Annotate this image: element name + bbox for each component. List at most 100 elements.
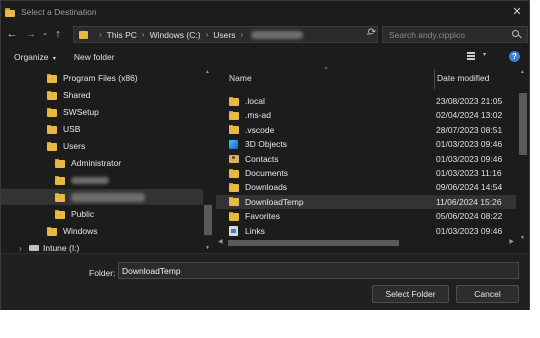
tree-item-label: SWSetup bbox=[63, 107, 99, 117]
file-row[interactable]: DownloadTemp 11/06/2024 15:26 bbox=[216, 194, 516, 209]
file-date: 01/03/2023 09:46 bbox=[436, 139, 503, 150]
file-name: Favorites bbox=[245, 211, 280, 222]
folder-icon bbox=[47, 124, 57, 134]
3d-objects-icon bbox=[229, 139, 239, 149]
file-name: Links bbox=[245, 225, 265, 236]
scrollbar-thumb[interactable] bbox=[519, 93, 527, 155]
tree-item[interactable]: Users bbox=[1, 138, 203, 154]
file-row[interactable]: Documents 01/03/2023 11:16 bbox=[216, 166, 516, 180]
tree-item[interactable]: Administrator bbox=[1, 155, 203, 171]
refresh-icon[interactable]: ⟳ bbox=[365, 24, 379, 41]
file-date: 23/08/2023 21:05 bbox=[436, 96, 503, 106]
file-row[interactable]: .local 23/08/2023 21:05 bbox=[216, 94, 516, 108]
drive-icon bbox=[29, 245, 39, 251]
folder-label: Folder: bbox=[89, 268, 116, 278]
scroll-up-icon[interactable]: ▲ bbox=[205, 69, 210, 75]
cancel-button[interactable]: Cancel bbox=[456, 285, 519, 303]
folder-icon bbox=[229, 125, 239, 135]
address-bar[interactable]: › This PC › Windows (C:) › Users › bbox=[73, 26, 378, 43]
help-icon[interactable]: ? bbox=[509, 51, 520, 62]
tree-item-label bbox=[71, 176, 109, 184]
breadcrumb: › This PC › Windows (C:) › Users › bbox=[94, 30, 304, 40]
navigation-pane: Program Files (x86) Shared SWSetup USB Users… bbox=[1, 67, 214, 253]
chevron-down-icon: ▾ bbox=[52, 56, 56, 62]
file-row[interactable]: Links 01/03/2023 09:46 bbox=[216, 224, 516, 238]
tree-item[interactable] bbox=[1, 172, 203, 188]
scroll-up-icon[interactable]: ▲ bbox=[520, 69, 525, 75]
file-row[interactable]: 3D Objects 01/03/2023 09:46 bbox=[216, 137, 516, 151]
file-date: 01/03/2023 09:46 bbox=[436, 153, 503, 164]
breadcrumb-separator-icon: › bbox=[141, 30, 145, 39]
organize-button[interactable]: Organize ▾ bbox=[8, 52, 62, 62]
tree-item-label bbox=[71, 192, 145, 202]
search-box[interactable]: Search andy.cippico bbox=[382, 26, 528, 43]
breadcrumb-separator-icon: › bbox=[99, 30, 102, 39]
tree-item[interactable]: Program Files (x86) bbox=[1, 70, 203, 86]
scroll-right-icon[interactable]: ▶ bbox=[509, 238, 514, 245]
file-date: 11/06/2024 15:26 bbox=[436, 196, 502, 207]
column-header-name[interactable]: Name bbox=[229, 67, 252, 89]
scroll-down-icon[interactable]: ▼ bbox=[520, 235, 525, 241]
file-row[interactable]: Favorites 05/06/2024 08:22 bbox=[216, 209, 516, 223]
file-date: 09/06/2024 14:54 bbox=[436, 182, 503, 193]
column-header-date[interactable]: Date modified bbox=[437, 67, 489, 89]
tree-item[interactable]: Windows bbox=[1, 223, 203, 239]
file-name: Documents bbox=[245, 168, 288, 178]
breadcrumb-redacted-user[interactable] bbox=[251, 30, 304, 39]
close-icon[interactable]: ✕ bbox=[509, 4, 525, 20]
column-divider[interactable] bbox=[434, 69, 435, 89]
tree-item[interactable]: SWSetup bbox=[1, 104, 203, 120]
folder-icon bbox=[229, 110, 239, 120]
new-folder-button[interactable]: New folder bbox=[68, 52, 121, 62]
tree-item[interactable] bbox=[1, 189, 203, 205]
folder-icon bbox=[47, 226, 57, 236]
tree-item[interactable]: USB bbox=[1, 121, 203, 137]
file-row[interactable]: .vscode 28/07/2023 08:51 bbox=[216, 123, 516, 137]
select-folder-button[interactable]: Select Folder bbox=[372, 285, 449, 303]
file-list-scrollbar[interactable]: ▲ ▼ bbox=[517, 67, 529, 253]
tree-item-label: Public bbox=[71, 209, 95, 219]
search-icon[interactable] bbox=[512, 30, 522, 39]
tree-item[interactable]: Shared bbox=[1, 87, 203, 103]
tree-item[interactable]: Public bbox=[1, 206, 203, 222]
file-name: .local bbox=[245, 96, 265, 106]
breadcrumb-windows-c[interactable]: Windows (C:) bbox=[150, 30, 201, 40]
breadcrumb-separator-icon: › bbox=[205, 30, 209, 39]
file-date: 01/03/2023 09:46 bbox=[436, 225, 503, 236]
forward-icon[interactable]: → bbox=[24, 25, 38, 43]
file-row[interactable]: Contacts 01/03/2023 09:46 bbox=[216, 152, 516, 166]
search-input[interactable]: Search andy.cippico bbox=[389, 30, 465, 40]
tree-item[interactable]: › Intune (I:) bbox=[1, 240, 203, 253]
file-date: 05/06/2024 08:22 bbox=[436, 211, 503, 222]
file-name: .vscode bbox=[245, 124, 275, 135]
up-icon[interactable]: ↑ bbox=[51, 25, 65, 43]
organize-label: Organize bbox=[14, 52, 49, 62]
view-options-icon[interactable] bbox=[467, 52, 475, 60]
folder-icon bbox=[47, 141, 57, 151]
recent-dropdown-icon[interactable]: ⌄ bbox=[40, 25, 50, 43]
breadcrumb-this-pc[interactable]: This PC bbox=[107, 30, 137, 40]
tree-item-label: Intune (I:) bbox=[43, 243, 80, 253]
tree-item-label: USB bbox=[63, 124, 81, 134]
scrollbar-thumb[interactable] bbox=[228, 240, 399, 246]
view-dropdown-icon[interactable]: ▾ bbox=[483, 51, 486, 58]
horizontal-scrollbar[interactable]: ◀ ▶ bbox=[216, 238, 516, 248]
dialog-window: Select a Destination ✕ ← → ⌄ ↑ › This PC… bbox=[0, 0, 530, 310]
breadcrumb-users[interactable]: Users bbox=[213, 30, 235, 40]
file-row[interactable]: .ms-ad 02/04/2024 13:02 bbox=[216, 108, 516, 122]
links-icon bbox=[229, 225, 239, 236]
back-icon[interactable]: ← bbox=[5, 25, 19, 43]
folder-icon bbox=[229, 96, 239, 106]
folder-field[interactable] bbox=[118, 262, 519, 279]
navigation-scrollbar[interactable]: ▲ ▼ bbox=[203, 67, 213, 253]
sort-ascending-icon: ⌃ bbox=[323, 67, 329, 74]
scroll-left-icon[interactable]: ◀ bbox=[218, 238, 223, 245]
folder-icon bbox=[47, 90, 57, 100]
folder-icon bbox=[229, 211, 239, 221]
scrollbar-thumb[interactable] bbox=[204, 205, 212, 235]
file-row[interactable]: Downloads 09/06/2024 14:54 bbox=[216, 180, 516, 194]
expand-chevron-icon[interactable]: › bbox=[19, 243, 22, 253]
folder-icon bbox=[229, 197, 239, 207]
folder-app-icon bbox=[5, 7, 15, 17]
scroll-down-icon[interactable]: ▼ bbox=[205, 245, 210, 251]
